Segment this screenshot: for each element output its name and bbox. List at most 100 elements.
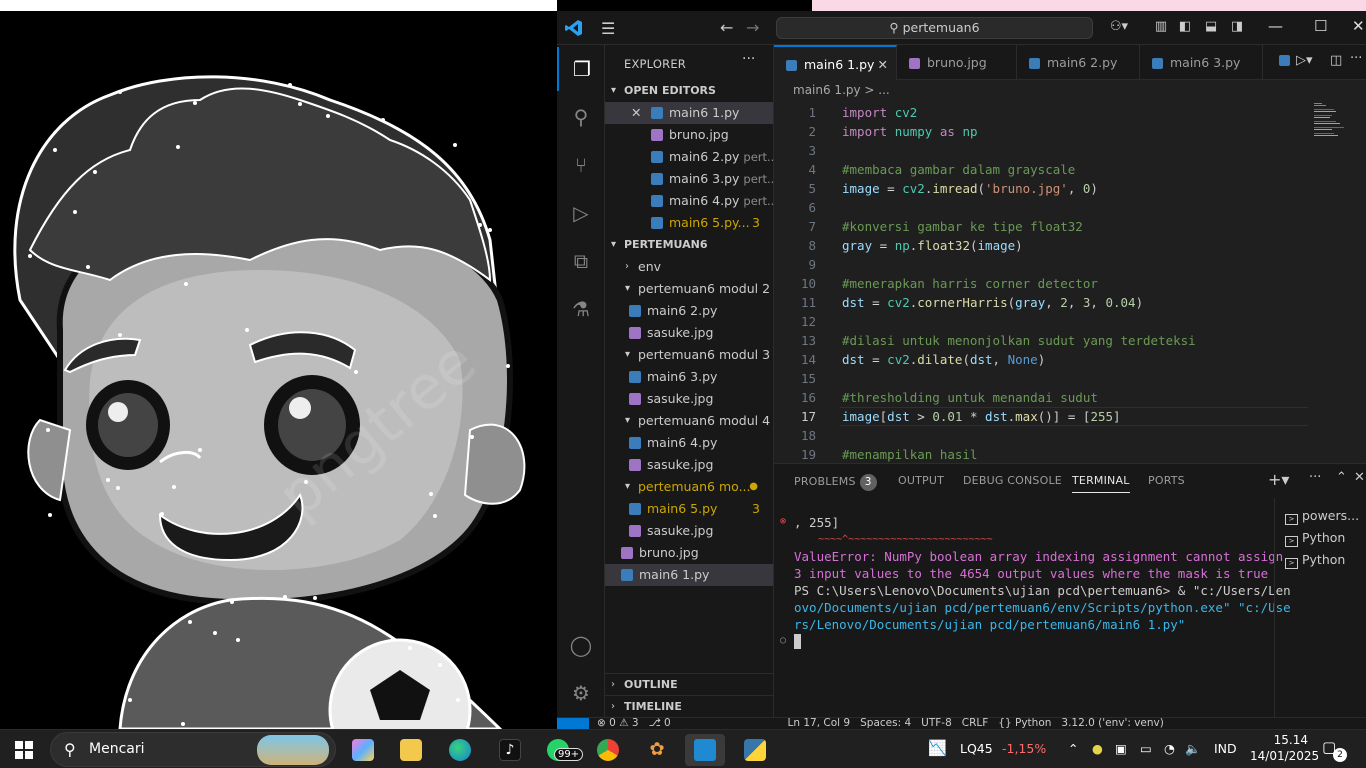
clock[interactable]: 15.14 14/01/2025 (1250, 732, 1319, 764)
close-icon[interactable]: ✕ (878, 47, 888, 82)
terminal-list-item[interactable]: > Python (1285, 530, 1345, 547)
status-green-icon[interactable]: ● (1092, 741, 1103, 756)
open-editor-item[interactable]: ✕ main6 1.py (605, 102, 773, 124)
edge-browser-icon[interactable] (440, 734, 480, 766)
back-arrow-icon[interactable]: ← (720, 18, 733, 37)
vscode-taskbar-icon[interactable] (685, 734, 725, 766)
image-viewer-window[interactable]: pngtree (0, 0, 557, 729)
open-editor-item[interactable]: main6 4.py pert... (605, 190, 773, 212)
taskbar-search[interactable]: ⚲ Mencari (50, 732, 336, 767)
explorer-icon[interactable]: ❐ (557, 47, 605, 91)
tree-file[interactable]: main6 4.py (605, 432, 773, 454)
settings-gear-icon[interactable]: ⚙ (557, 671, 605, 715)
code-editor[interactable]: 1 import cv2 2 import numpy as np 3 4 #memb… (774, 103, 1366, 463)
tab-terminal[interactable]: TERMINAL (1072, 474, 1130, 493)
forward-arrow-icon[interactable]: → (746, 18, 759, 37)
volume-icon[interactable]: 🔈 (1185, 741, 1201, 757)
tree-file[interactable]: main6 5.py 3 (605, 498, 773, 520)
input-language[interactable]: IND (1214, 741, 1237, 756)
folder-header[interactable]: ▾ PERTEMUAN6 (605, 234, 773, 256)
tree-folder[interactable]: ▾ pertemuan6 mo... ● (605, 476, 773, 498)
tree-file[interactable]: sasuke.jpg (605, 454, 773, 476)
status-text[interactable]: ⊗ 0 ⚠ 3 ⎇ 0 Ln 17, Col 9 Spaces: 4 UTF-8… (597, 718, 1164, 729)
tab-debug-console[interactable]: DEBUG CONSOLE (963, 474, 1062, 487)
open-editors-header[interactable]: ▾ OPEN EDITORS (605, 80, 773, 102)
open-editor-item[interactable]: main6 3.py pert... (605, 168, 773, 190)
tab-main6-1[interactable]: main6 1.py ✕ (774, 45, 897, 80)
tree-file[interactable]: sasuke.jpg (605, 388, 773, 410)
hamburger-menu-icon[interactable]: ☰ (601, 19, 615, 38)
tab-problems[interactable]: PROBLEMS 3 (794, 474, 877, 491)
split-editor-icon[interactable]: ◫ (1330, 53, 1342, 68)
tab-ports[interactable]: PORTS (1148, 474, 1185, 487)
close-icon[interactable]: ✕ (631, 102, 641, 124)
chrome-icon[interactable] (588, 734, 628, 766)
tree-file[interactable]: main6 1.py (605, 564, 773, 586)
extensions-icon[interactable]: ⧉ (557, 239, 605, 283)
search-icon[interactable]: ⚲ (557, 95, 605, 139)
start-windows-icon[interactable] (15, 741, 33, 759)
toggle-sidebar-icon[interactable]: ◧ (1177, 19, 1193, 35)
terminal-list-item[interactable]: > Python (1285, 552, 1345, 569)
tree-folder[interactable]: ▾ pertemuan6 modul 3 (605, 344, 773, 366)
tree-folder[interactable]: ▾ pertemuan6 modul 4 (605, 410, 773, 432)
run-debug-icon[interactable]: ▷ (557, 191, 605, 235)
whatsapp-icon[interactable]: 99+ (538, 734, 584, 766)
desktop: pngtree ☰ ← → ⚲ pertemuan6 ⚇▾ ▥ ◧ ⬓ ◨ — … (0, 0, 1366, 768)
butterfly-app-icon[interactable]: ✿ (637, 734, 677, 766)
tree-label: sasuke.jpg (647, 457, 714, 472)
minimize-button[interactable]: — (1268, 17, 1283, 35)
more-actions-icon[interactable]: ··· (742, 51, 755, 67)
account-icon[interactable]: ◯ (557, 623, 605, 667)
tab-main6-3[interactable]: main6 3.py (1140, 45, 1263, 80)
tree-file[interactable]: main6 3.py (605, 366, 773, 388)
battery-icon[interactable]: ▭ (1140, 741, 1152, 756)
tree-file[interactable]: sasuke.jpg (605, 520, 773, 542)
tiktok-icon[interactable]: ♪ (490, 734, 530, 766)
more-actions-icon[interactable]: ··· (1309, 470, 1321, 485)
stock-chart-icon[interactable]: 📉 (928, 739, 947, 757)
python-app-icon[interactable] (735, 734, 775, 766)
tab-bruno-jpg[interactable]: bruno.jpg (897, 45, 1017, 80)
outline-section[interactable]: › OUTLINE (605, 673, 773, 695)
more-actions-icon[interactable]: ··· (1350, 51, 1362, 66)
tree-file[interactable]: main6 2.py (605, 300, 773, 322)
terminal-list-item[interactable]: > powers... (1285, 508, 1359, 525)
tab-output[interactable]: OUTPUT (898, 474, 944, 487)
terminal-output[interactable]: ⊗ , 255] ~~~~^~~~~~~~~~~~~~~~~~~~~~~~~ V… (774, 514, 1291, 714)
toggle-panel-icon[interactable]: ⬓ (1203, 19, 1219, 35)
close-panel-icon[interactable]: ✕ (1354, 470, 1365, 485)
copilot-app-icon[interactable] (343, 734, 383, 766)
file-explorer-icon[interactable] (391, 734, 431, 766)
copilot-icon[interactable]: ⚇▾ (1107, 19, 1131, 35)
wifi-icon[interactable]: ◔ (1164, 741, 1175, 756)
python-file-icon (651, 173, 663, 185)
command-center-search[interactable]: ⚲ pertemuan6 (776, 17, 1093, 39)
breadcrumb[interactable]: main6 1.py > ... (793, 83, 890, 97)
tab-main6-2[interactable]: main6 2.py (1017, 45, 1140, 80)
tree-file[interactable]: bruno.jpg (605, 542, 773, 564)
new-terminal-icon[interactable]: +▾ (1268, 470, 1289, 489)
run-file-icon[interactable]: ▷▾ (1296, 53, 1313, 68)
testing-flask-icon[interactable]: ⚗ (557, 287, 605, 331)
layout-customize-icon[interactable]: ▥ (1153, 19, 1169, 35)
modified-dot-icon: ● (749, 481, 758, 492)
open-editor-item[interactable]: main6 2.py pert... (605, 146, 773, 168)
toggle-secondary-sidebar-icon[interactable]: ◨ (1229, 19, 1245, 35)
tree-folder[interactable]: ▾ pertemuan6 modul 2 (605, 278, 773, 300)
remote-indicator-icon[interactable] (557, 718, 589, 729)
timeline-section[interactable]: › TIMELINE (605, 695, 773, 717)
minimap[interactable] (1314, 103, 1360, 147)
source-control-icon[interactable]: ⑂ (557, 143, 605, 187)
maximize-panel-icon[interactable]: ⌃ (1336, 470, 1347, 485)
close-window-button[interactable]: ✕ (1352, 17, 1365, 35)
stock-ticker[interactable]: LQ45 (960, 741, 993, 756)
timeline-label: TIMELINE (624, 700, 682, 713)
show-hidden-icons-icon[interactable]: ⌃ (1068, 741, 1078, 756)
maximize-button[interactable]: ☐ (1314, 17, 1327, 35)
open-editor-item[interactable]: main6 5.py... 3 (605, 212, 773, 234)
phone-link-icon[interactable]: ▣ (1115, 741, 1127, 756)
tree-file[interactable]: sasuke.jpg (605, 322, 773, 344)
open-editor-item[interactable]: bruno.jpg (605, 124, 773, 146)
tree-folder[interactable]: › env (605, 256, 773, 278)
